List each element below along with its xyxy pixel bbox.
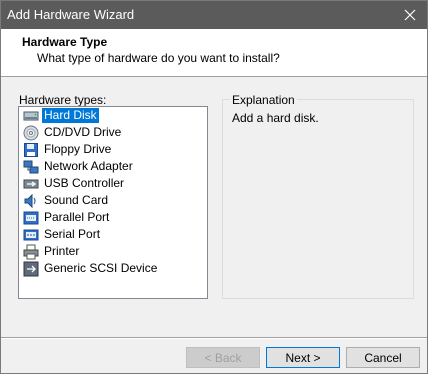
list-item-label: USB Controller <box>44 176 125 190</box>
list-item-label: Network Adapter <box>44 159 133 173</box>
list-item-generic-scsi[interactable]: Generic SCSI Device <box>19 260 207 277</box>
next-button[interactable]: Next > <box>266 347 340 368</box>
close-button[interactable] <box>393 1 427 29</box>
hard-disk-icon <box>23 111 39 120</box>
list-item-usb-controller[interactable]: USB Controller <box>19 175 207 192</box>
sound-card-icon <box>24 193 36 208</box>
list-item-serial-port[interactable]: Serial Port <box>19 226 207 243</box>
title-bar[interactable]: Add Hardware Wizard <box>1 1 427 29</box>
list-item-label: CD/DVD Drive <box>44 125 122 139</box>
hardware-types-label: Hardware types: <box>19 93 107 107</box>
cancel-button[interactable]: Cancel <box>346 347 420 368</box>
back-button[interactable]: < Back <box>186 347 260 368</box>
network-adapter-icon <box>23 160 39 173</box>
list-item-label: Hard Disk <box>42 108 99 123</box>
serial-port-icon <box>23 229 39 240</box>
scsi-icon <box>23 261 39 276</box>
explanation-title: Explanation <box>230 93 297 107</box>
footer-divider <box>1 337 427 339</box>
list-item-cd-dvd[interactable]: CD/DVD Drive <box>19 124 207 141</box>
list-item-label: Parallel Port <box>44 210 110 224</box>
list-item-sound-card[interactable]: Sound Card <box>19 192 207 209</box>
list-item-label: Sound Card <box>44 193 109 207</box>
list-item-label: Printer <box>44 244 80 258</box>
usb-icon <box>23 179 39 188</box>
add-hardware-wizard-window: Add Hardware Wizard Hardware Type What t… <box>0 0 428 374</box>
close-icon <box>404 9 416 21</box>
printer-icon <box>23 244 39 259</box>
list-item-label: Generic SCSI Device <box>44 261 158 275</box>
list-item-parallel-port[interactable]: Parallel Port <box>19 209 207 226</box>
wizard-header: Hardware Type What type of hardware do y… <box>1 29 427 77</box>
explanation-group <box>222 99 414 299</box>
page-title: Hardware Type <box>22 35 108 49</box>
hardware-types-list[interactable]: Hard Disk CD/DVD Drive Floppy Drive Netw… <box>18 106 208 299</box>
list-item-network-adapter[interactable]: Network Adapter <box>19 158 207 175</box>
list-item-label: Floppy Drive <box>44 142 112 156</box>
page-subtitle: What type of hardware do you want to ins… <box>37 51 280 65</box>
list-item-printer[interactable]: Printer <box>19 243 207 260</box>
window-title: Add Hardware Wizard <box>7 7 135 22</box>
explanation-text: Add a hard disk. <box>232 111 319 125</box>
list-item-label: Serial Port <box>44 227 101 241</box>
floppy-icon <box>24 142 38 157</box>
list-item-floppy[interactable]: Floppy Drive <box>19 141 207 158</box>
list-item-hard-disk[interactable]: Hard Disk <box>19 107 207 124</box>
cd-dvd-icon <box>23 125 39 140</box>
parallel-port-icon <box>23 211 39 224</box>
